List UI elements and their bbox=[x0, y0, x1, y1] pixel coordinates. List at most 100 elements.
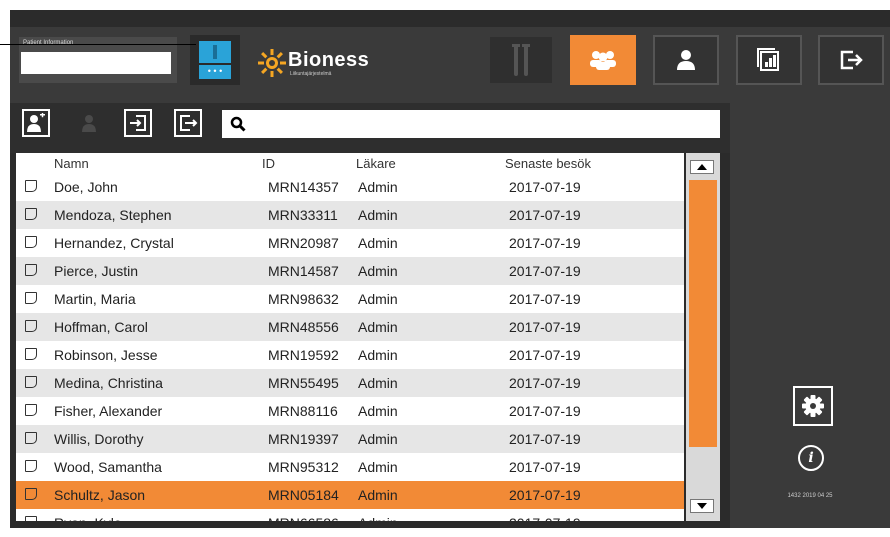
patient-last-visit: 2017-07-19 bbox=[509, 235, 581, 251]
add-patient-button[interactable] bbox=[22, 109, 50, 137]
patient-doctor: Admin bbox=[358, 179, 398, 195]
scroll-up-button[interactable] bbox=[690, 160, 714, 174]
delete-patient-button[interactable] bbox=[76, 109, 104, 137]
column-header-id[interactable]: ID bbox=[262, 156, 275, 171]
search-box bbox=[222, 110, 720, 138]
device-icon bbox=[199, 41, 231, 63]
table-row[interactable]: Hoffman, Carol MRN48556 Admin 2017-07-19 bbox=[16, 313, 684, 341]
patient-last-visit: 2017-07-19 bbox=[509, 459, 581, 475]
info-icon: i bbox=[808, 450, 814, 466]
search-icon bbox=[230, 116, 246, 132]
patient-name: Willis, Dorothy bbox=[54, 431, 144, 447]
patients-group-icon bbox=[590, 51, 616, 70]
patient-doctor: Admin bbox=[358, 263, 398, 279]
patient-id: MRN19397 bbox=[268, 431, 339, 447]
patient-doctor: Admin bbox=[358, 403, 398, 419]
table-row[interactable]: Ryan, Kyle MRN66586 Admin 2017-07-19 bbox=[16, 509, 684, 521]
device-button[interactable]: • • • bbox=[190, 35, 240, 85]
table-row[interactable]: Willis, Dorothy MRN19397 Admin 2017-07-19 bbox=[16, 425, 684, 453]
patient-name: Doe, John bbox=[54, 179, 118, 195]
row-checkbox[interactable] bbox=[25, 320, 37, 332]
row-checkbox[interactable] bbox=[25, 236, 37, 248]
row-checkbox[interactable] bbox=[25, 488, 37, 500]
patients-button[interactable] bbox=[570, 35, 636, 85]
export-icon bbox=[180, 115, 198, 131]
table-row[interactable]: Mendoza, Stephen MRN33311 Admin 2017-07-19 bbox=[16, 201, 684, 229]
add-patient-icon bbox=[27, 113, 45, 132]
patient-last-visit: 2017-07-19 bbox=[509, 487, 581, 503]
patient-doctor: Admin bbox=[358, 207, 398, 223]
patient-name: Robinson, Jesse bbox=[54, 347, 158, 363]
patient-id: MRN14587 bbox=[268, 263, 339, 279]
import-icon bbox=[130, 115, 146, 131]
table-row[interactable]: Martin, Maria MRN98632 Admin 2017-07-19 bbox=[16, 285, 684, 313]
row-checkbox[interactable] bbox=[25, 404, 37, 416]
export-button[interactable] bbox=[174, 109, 202, 137]
table-row[interactable]: Fisher, Alexander MRN88116 Admin 2017-07-19 bbox=[16, 397, 684, 425]
reports-icon bbox=[757, 48, 779, 71]
patient-doctor: Admin bbox=[358, 375, 398, 391]
table-row[interactable]: Wood, Samantha MRN95312 Admin 2017-07-19 bbox=[16, 453, 684, 481]
sun-logo-icon bbox=[258, 49, 286, 77]
patient-id: MRN98632 bbox=[268, 291, 339, 307]
row-checkbox[interactable] bbox=[25, 460, 37, 472]
row-checkbox[interactable] bbox=[25, 348, 37, 360]
info-button[interactable]: i bbox=[798, 445, 824, 471]
table-scrollbar[interactable] bbox=[686, 153, 720, 521]
toolbar bbox=[10, 103, 730, 153]
logout-button[interactable] bbox=[818, 35, 884, 85]
patient-doctor: Admin bbox=[358, 291, 398, 307]
patient-doctor: Admin bbox=[358, 235, 398, 251]
patient-id: MRN55495 bbox=[268, 375, 339, 391]
scroll-thumb[interactable] bbox=[689, 180, 717, 447]
row-checkbox[interactable] bbox=[25, 292, 37, 304]
patient-id: MRN95312 bbox=[268, 459, 339, 475]
column-header-name[interactable]: Namn bbox=[54, 156, 89, 171]
table-row[interactable]: Doe, John MRN14357 Admin 2017-07-19 bbox=[16, 173, 684, 201]
patient-last-visit: 2017-07-19 bbox=[509, 207, 581, 223]
row-checkbox[interactable] bbox=[25, 180, 37, 192]
table-body: Doe, John MRN14357 Admin 2017-07-19 Mendoza,… bbox=[16, 173, 684, 521]
search-input[interactable] bbox=[250, 113, 714, 137]
patient-doctor: Admin bbox=[358, 319, 398, 335]
logout-icon bbox=[840, 50, 863, 70]
table-row[interactable]: Robinson, Jesse MRN19592 Admin 2017-07-19 bbox=[16, 341, 684, 369]
patient-id: MRN05184 bbox=[268, 487, 339, 503]
patient-id: MRN66586 bbox=[268, 515, 339, 521]
patient-name: Schultz, Jason bbox=[54, 487, 146, 503]
arrow-up-icon bbox=[697, 164, 707, 170]
reports-button[interactable] bbox=[736, 35, 802, 85]
row-checkbox[interactable] bbox=[25, 376, 37, 388]
row-checkbox[interactable] bbox=[25, 432, 37, 444]
table-row[interactable]: Pierce, Justin MRN14587 Admin 2017-07-19 bbox=[16, 257, 684, 285]
patient-doctor: Admin bbox=[358, 431, 398, 447]
import-button[interactable] bbox=[124, 109, 152, 137]
arrow-down-icon bbox=[697, 503, 707, 509]
column-header-last-visit[interactable]: Senaste besök bbox=[505, 156, 591, 171]
patient-name: Pierce, Justin bbox=[54, 263, 139, 279]
column-header-doctor[interactable]: Läkare bbox=[356, 156, 396, 171]
patient-id: MRN48556 bbox=[268, 319, 339, 335]
logo-subtitle: Liikuntajärjestelmä bbox=[290, 71, 332, 77]
row-checkbox[interactable] bbox=[25, 516, 37, 521]
right-panel: i 1432 2019 04 25 bbox=[730, 103, 890, 528]
patient-name: Martin, Maria bbox=[54, 291, 136, 307]
callout-line bbox=[0, 44, 196, 45]
row-checkbox[interactable] bbox=[25, 264, 37, 276]
table-row[interactable]: Medina, Christina MRN55495 Admin 2017-07-19 bbox=[16, 369, 684, 397]
scroll-down-button[interactable] bbox=[690, 499, 714, 513]
user-button[interactable] bbox=[653, 35, 719, 85]
settings-button[interactable] bbox=[793, 386, 833, 426]
crutches-button[interactable] bbox=[488, 35, 554, 85]
clinic-input[interactable] bbox=[21, 52, 171, 74]
patient-name: Hernandez, Crystal bbox=[54, 235, 174, 251]
patient-name: Mendoza, Stephen bbox=[54, 207, 172, 223]
patient-id: MRN19592 bbox=[268, 347, 339, 363]
patient-id: MRN20987 bbox=[268, 235, 339, 251]
version-label: 1432 2019 04 25 bbox=[787, 493, 833, 499]
crutches-icon bbox=[512, 44, 530, 76]
patient-last-visit: 2017-07-19 bbox=[509, 263, 581, 279]
table-row[interactable]: Hernandez, Crystal MRN20987 Admin 2017-07-1… bbox=[16, 229, 684, 257]
row-checkbox[interactable] bbox=[25, 208, 37, 220]
table-row-selected[interactable]: Schultz, Jason MRN05184 Admin 2017-07-19 bbox=[16, 481, 684, 509]
